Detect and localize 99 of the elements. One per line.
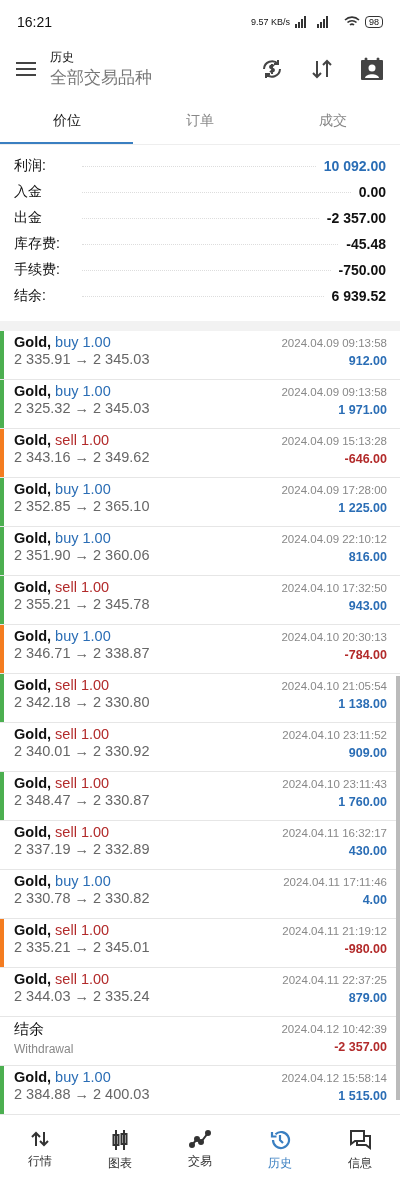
deal-prices: 2 351.90 → 2 360.06 [14, 547, 150, 563]
deal-prices: 2 346.71 → 2 338.87 [14, 645, 150, 661]
deal-title: Gold, sell 1.00 [14, 677, 111, 693]
deal-prices: 2 330.78 → 2 330.82 [14, 890, 150, 906]
profit-value: -784.00 [344, 648, 387, 662]
deal-time: 2024.04.11 22:37:25 [282, 974, 387, 986]
nav-tab[interactable]: 信息 [320, 1123, 400, 1179]
deal-prices: 2 384.88 → 2 400.03 [14, 1086, 150, 1102]
deal-prices: 2 348.47 → 2 330.87 [14, 792, 150, 808]
deal-title: Gold, buy 1.00 [14, 334, 112, 350]
deal-time: 2024.04.12 10:42:39 [281, 1023, 387, 1035]
deal-prices: 2 352.85 → 2 365.10 [14, 498, 150, 514]
deal-title: Gold, sell 1.00 [14, 775, 111, 791]
deal-time: 2024.04.10 20:30:13 [281, 631, 387, 643]
deal-prices: 2 325.32 → 2 345.03 [14, 400, 150, 416]
deal-time: 2024.04.09 09:13:58 [281, 386, 387, 398]
battery-level: 98 [365, 16, 383, 28]
tab[interactable]: 成交 [266, 100, 400, 144]
deal-prices: 2 355.21 → 2 345.78 [14, 596, 150, 612]
deal-title: Gold, buy 1.00 [14, 628, 112, 644]
deal-title: Gold, sell 1.00 [14, 579, 111, 595]
deal-prices: 2 337.19 → 2 332.89 [14, 841, 150, 857]
summary-label: 库存费: [14, 235, 61, 253]
sort-arrows-icon [30, 1129, 50, 1149]
deal-time: 2024.04.10 23:11:52 [282, 729, 387, 741]
chat-icon [348, 1129, 372, 1151]
profit-value: 1 971.00 [338, 403, 387, 417]
balance-note: Withdrawal [14, 1042, 74, 1056]
deal-title: Gold, buy 1.00 [14, 873, 112, 889]
deal-time: 2024.04.12 15:58:14 [281, 1072, 387, 1084]
deal-time: 2024.04.09 17:28:00 [281, 484, 387, 496]
deal-title: Gold, sell 1.00 [14, 432, 111, 448]
deal-prices: 2 340.01 → 2 330.92 [14, 743, 150, 759]
deal-prices: 2 342.18 → 2 330.80 [14, 694, 150, 710]
profit-value: 4.00 [362, 893, 387, 907]
history-icon [269, 1129, 291, 1151]
profit-value: -980.00 [344, 942, 387, 956]
summary-label: 手续费: [14, 261, 61, 279]
deal-time: 2024.04.09 22:10:12 [281, 533, 387, 545]
calendar-person-icon[interactable] [360, 57, 384, 81]
profit-value: 1 760.00 [338, 795, 387, 809]
network-speed: 9.57 KB/s [250, 17, 290, 27]
tab[interactable]: 价位 [0, 100, 134, 144]
menu-icon[interactable] [16, 61, 36, 77]
summary-label: 出金 [14, 209, 43, 227]
summary-value: 0.00 [358, 184, 386, 200]
deal-title: Gold, sell 1.00 [14, 824, 111, 840]
profit-value: 816.00 [348, 550, 387, 564]
deal-prices: 2 344.03 → 2 335.24 [14, 988, 150, 1004]
profit-value: -646.00 [344, 452, 387, 466]
deal-time: 2024.04.09 09:13:58 [281, 337, 387, 349]
wifi-icon [344, 16, 360, 28]
deal-prices: 2 335.91 → 2 345.03 [14, 351, 150, 367]
deal-time: 2024.04.10 21:05:54 [281, 680, 387, 692]
profit-value: 1 225.00 [338, 501, 387, 515]
status-time: 16:21 [17, 14, 53, 30]
nav-tab[interactable]: 历史 [240, 1123, 320, 1179]
deal-time: 2024.04.11 16:32:17 [282, 827, 387, 839]
summary-label: 利润: [14, 157, 47, 175]
deal-time: 2024.04.11 21:19:12 [282, 925, 387, 937]
deal-prices: 2 335.21 → 2 345.01 [14, 939, 150, 955]
deal-title: Gold, sell 1.00 [14, 726, 111, 742]
sort-icon[interactable] [310, 57, 334, 81]
summary-value: 6 939.52 [331, 288, 386, 304]
profit-value: 943.00 [348, 599, 387, 613]
summary-label: 结余: [14, 287, 47, 305]
symbol-filter[interactable]: 全部交易品种 [50, 66, 260, 89]
currency-refresh-icon[interactable] [260, 57, 284, 81]
deal-time: 2024.04.11 17:11:46 [283, 876, 387, 888]
summary-value: -45.48 [346, 236, 386, 252]
summary-label: 入金 [14, 183, 43, 201]
profit-value: 1 138.00 [338, 697, 387, 711]
deal-time: 2024.04.10 17:32:50 [281, 582, 387, 594]
summary-value: 10 092.00 [323, 158, 386, 174]
tab[interactable]: 订单 [133, 100, 267, 144]
deal-time: 2024.04.10 23:11:43 [282, 778, 387, 790]
deal-title: Gold, buy 1.00 [14, 383, 112, 399]
summary-value: -750.00 [338, 262, 386, 278]
nav-tab[interactable]: 图表 [80, 1123, 160, 1179]
candlestick-icon [110, 1129, 130, 1151]
profit-value: 909.00 [348, 746, 387, 760]
deal-prices: 2 343.16 → 2 349.62 [14, 449, 150, 465]
profit-value: 1 515.00 [338, 1089, 387, 1103]
deal-time: 2024.04.09 15:13:28 [281, 435, 387, 447]
balance-title: 结余 [14, 1020, 45, 1039]
deal-title: Gold, buy 1.00 [14, 1069, 112, 1085]
profit-value: 879.00 [348, 991, 387, 1005]
header-title: 历史 [50, 49, 75, 66]
nav-tab[interactable]: 交易 [160, 1123, 240, 1179]
nav-tab[interactable]: 行情 [0, 1123, 80, 1179]
deal-title: Gold, buy 1.00 [14, 530, 112, 546]
profit-value: 430.00 [348, 844, 387, 858]
deal-title: Gold, sell 1.00 [14, 971, 111, 987]
deal-title: Gold, buy 1.00 [14, 481, 112, 497]
profit-value: -2 357.00 [334, 1040, 387, 1054]
deal-title: Gold, sell 1.00 [14, 922, 111, 938]
summary-value: -2 357.00 [326, 210, 386, 226]
trend-line-icon [189, 1129, 211, 1149]
profit-value: 912.00 [348, 354, 387, 368]
